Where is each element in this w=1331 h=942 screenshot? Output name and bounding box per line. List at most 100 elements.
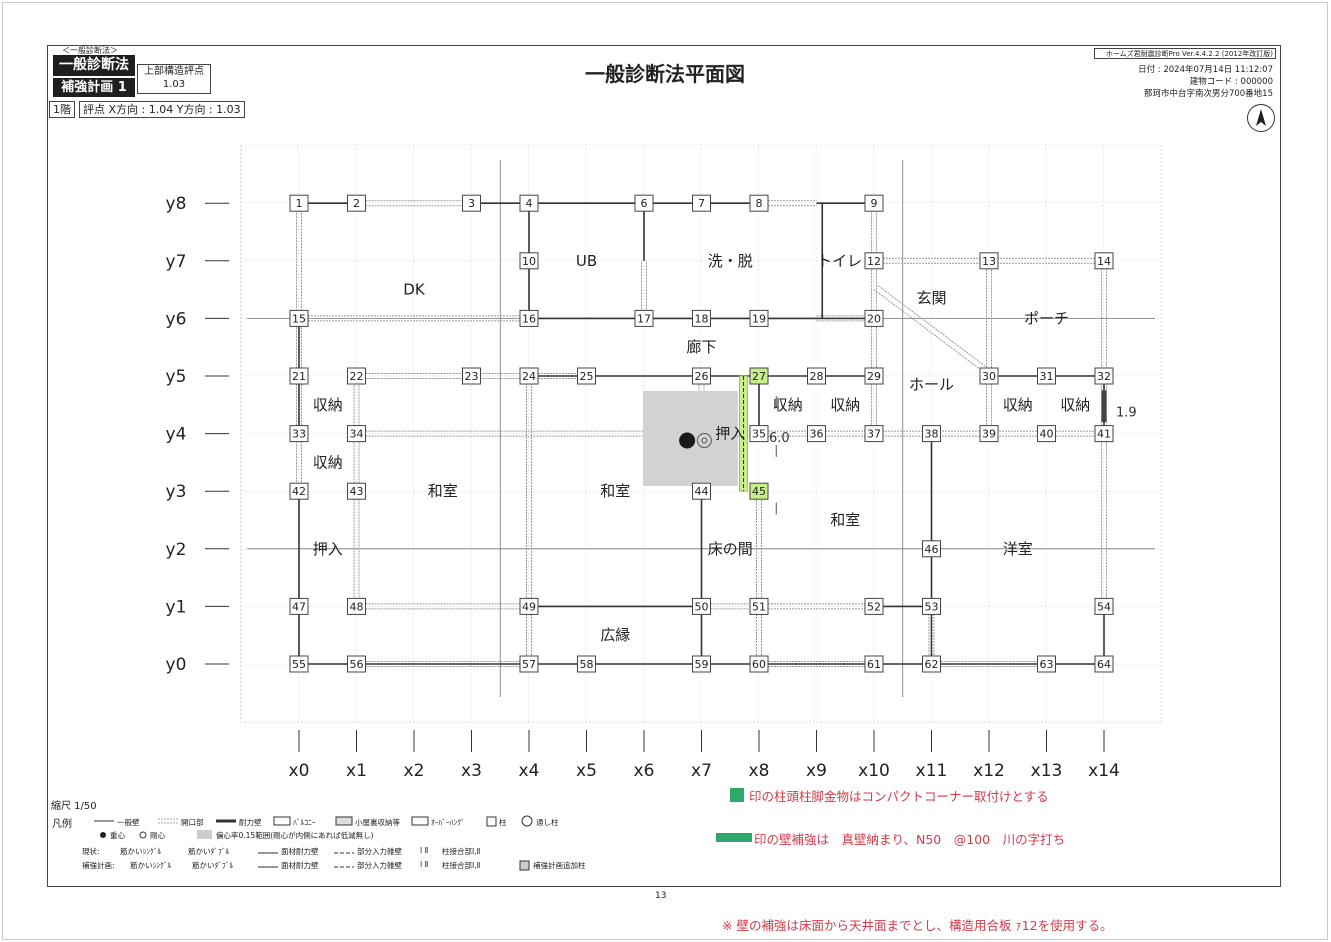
legend-overhang: ｵｰﾊﾞｰﾊﾝｸﾞ — [431, 818, 465, 827]
column-box: 55 — [289, 655, 309, 673]
room-label: 和室 — [830, 511, 860, 529]
x-axis-label: x10 — [858, 761, 890, 781]
column-number: 64 — [1097, 658, 1111, 671]
column-number: 51 — [752, 600, 766, 613]
x-axis-label: x12 — [973, 761, 1005, 781]
column-number: 48 — [350, 600, 364, 613]
x-axis-label: x6 — [634, 761, 655, 781]
column-number: 56 — [350, 658, 364, 671]
x-axis-label: x9 — [806, 761, 827, 781]
column-box: 44 — [692, 482, 711, 500]
legend-current-partial-wall: 部分入力雑壁 — [357, 847, 402, 856]
column-number: 8 — [756, 197, 763, 210]
legend-center-of-gravity: 重心 — [110, 831, 125, 840]
legend-current-panel-wall: 面材耐力壁 — [281, 847, 319, 856]
legend-bearing-wall: 耐力壁 — [239, 818, 262, 827]
column-box: 28 — [807, 367, 826, 385]
column-number: 40 — [1040, 428, 1054, 441]
column-number: 50 — [695, 600, 709, 613]
x-axis-label: x1 — [346, 761, 367, 781]
column-number: 20 — [867, 312, 881, 325]
x-axis-label: x8 — [749, 761, 770, 781]
column-box: 1 — [289, 194, 309, 212]
column-box: 50 — [692, 597, 711, 615]
room-label: 玄関 — [916, 289, 946, 307]
x-axis-label: x7 — [691, 761, 712, 781]
column-box: 54 — [1094, 597, 1114, 615]
column-box: 29 — [864, 367, 884, 385]
legend-column: 柱 — [499, 818, 507, 827]
room-label: DK — [403, 281, 426, 299]
column-number: 49 — [522, 600, 536, 613]
column-number: 22 — [350, 370, 364, 383]
column-number: 18 — [695, 312, 709, 325]
legend-balcony: ﾊﾞﾙｺﾆｰ — [293, 818, 316, 827]
column-number: 36 — [810, 428, 824, 441]
green-bar-marker — [716, 833, 752, 842]
column-box: 62 — [922, 655, 941, 673]
legend-plan-roman: Ⅰ Ⅱ — [420, 860, 429, 869]
column-box: 3 — [462, 194, 481, 212]
y-axis-label: y3 — [166, 482, 187, 502]
column-number: 3 — [468, 197, 475, 210]
column-box: 52 — [864, 597, 884, 615]
column-number: 2 — [353, 197, 360, 210]
room-label: 収納 — [773, 396, 803, 414]
note-hardware: 印の柱頭柱脚金物はコンパクトコーナー取付けとする — [749, 789, 1049, 804]
column-number: 34 — [350, 428, 364, 441]
column-box: 23 — [462, 367, 481, 385]
column-number: 46 — [925, 543, 939, 556]
column-box: 43 — [347, 482, 366, 500]
center-of-gravity-icon — [679, 432, 696, 449]
column-number: 61 — [867, 658, 881, 671]
page-number: 13 — [655, 891, 667, 901]
legend-current-label: 現状: — [82, 847, 100, 856]
column-number: 60 — [752, 658, 766, 671]
column-box: 27 — [749, 367, 769, 385]
column-number: 9 — [871, 197, 878, 210]
column-box: 64 — [1094, 655, 1114, 673]
column-box: 15 — [289, 309, 309, 327]
column-box: 12 — [864, 252, 884, 270]
column-number: 1 — [296, 197, 303, 210]
column-number: 33 — [292, 428, 306, 441]
column-box: 7 — [692, 194, 711, 212]
column-number: 14 — [1097, 255, 1111, 268]
column-box: 18 — [692, 309, 711, 327]
column-box: 14 — [1094, 252, 1114, 270]
column-number: 44 — [695, 485, 709, 498]
y-axis-label: y4 — [166, 425, 187, 445]
column-number: 28 — [810, 370, 824, 383]
column-box: 20 — [864, 309, 884, 327]
column-number: 26 — [695, 370, 709, 383]
room-label: ポーチ — [1024, 309, 1069, 327]
column-box: 39 — [979, 425, 999, 443]
column-box: 33 — [289, 425, 309, 443]
legend-current-brace-single: 筋かいｼﾝｸﾞﾙ — [120, 847, 162, 856]
column-box: 51 — [749, 597, 769, 615]
x-axis-label: x13 — [1031, 761, 1063, 781]
x-axis-label: x5 — [576, 761, 597, 781]
column-box: 48 — [347, 597, 366, 615]
column-box: 37 — [864, 425, 884, 443]
note-wall-reinforcement: 印の壁補強は 真壁納まり、N50 @100 川の字打ち — [754, 832, 1066, 847]
column-box: 56 — [347, 655, 366, 673]
column-number: 57 — [522, 658, 536, 671]
column-number: 38 — [925, 428, 939, 441]
legend-attic: 小屋裏収納等 — [355, 818, 400, 827]
column-box: 32 — [1094, 367, 1114, 385]
legend-opening: 開口部 — [181, 818, 204, 827]
legend-current-joint: 柱接合部Ⅰ,Ⅱ — [442, 847, 481, 856]
column-number: 55 — [292, 658, 306, 671]
legend-plan-partial-wall: 部分入力雑壁 — [357, 861, 402, 870]
column-number: 19 — [752, 312, 766, 325]
room-label: UB — [576, 252, 597, 270]
column-number: 35 — [752, 428, 766, 441]
legend-plan-brace-single: 筋かいｼﾝｸﾞﾙ — [130, 861, 172, 870]
room-label: 収納 — [830, 396, 860, 414]
column-box: 40 — [1037, 425, 1056, 443]
column-number: 10 — [522, 255, 536, 268]
column-box: 30 — [979, 367, 999, 385]
column-box: 57 — [519, 655, 539, 673]
column-number: 17 — [637, 312, 651, 325]
